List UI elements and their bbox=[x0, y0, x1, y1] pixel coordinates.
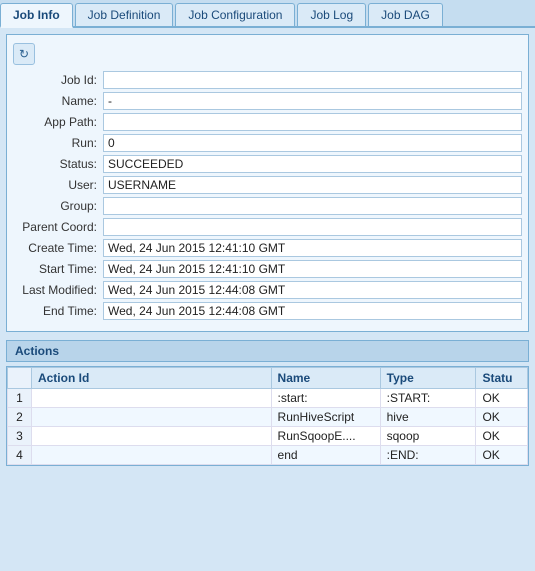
action-type-cell: :END: bbox=[380, 446, 476, 465]
tab-job-dag[interactable]: Job DAG bbox=[368, 3, 443, 26]
create-time-input[interactable] bbox=[103, 239, 522, 257]
tab-job-definition[interactable]: Job Definition bbox=[75, 3, 174, 26]
action-status-cell: OK bbox=[476, 446, 528, 465]
row-num: 4 bbox=[8, 446, 32, 465]
start-time-row: Start Time: bbox=[13, 260, 522, 278]
table-row[interactable]: 3 RunSqoopE.... sqoop OK bbox=[8, 427, 528, 446]
action-type-cell: sqoop bbox=[380, 427, 476, 446]
table-header-row: Action Id Name Type Statu bbox=[8, 368, 528, 389]
refresh-icon: ↻ bbox=[19, 47, 29, 61]
refresh-button[interactable]: ↻ bbox=[13, 43, 35, 65]
col-header-num bbox=[8, 368, 32, 389]
group-row: Group: bbox=[13, 197, 522, 215]
row-num: 3 bbox=[8, 427, 32, 446]
create-time-row: Create Time: bbox=[13, 239, 522, 257]
actions-table-container: Action Id Name Type Statu 1 :start: :STA… bbox=[6, 366, 529, 466]
status-input[interactable] bbox=[103, 155, 522, 173]
parent-coord-label: Parent Coord: bbox=[13, 220, 103, 234]
actions-table: Action Id Name Type Statu 1 :start: :STA… bbox=[7, 367, 528, 465]
run-row: Run: bbox=[13, 134, 522, 152]
user-label: User: bbox=[13, 178, 103, 192]
app-path-label: App Path: bbox=[13, 115, 103, 129]
create-time-label: Create Time: bbox=[13, 241, 103, 255]
action-status-cell: OK bbox=[476, 427, 528, 446]
run-label: Run: bbox=[13, 136, 103, 150]
app-path-input[interactable] bbox=[103, 113, 522, 131]
action-id-cell bbox=[31, 427, 271, 446]
action-name-cell: end bbox=[271, 446, 380, 465]
group-label: Group: bbox=[13, 199, 103, 213]
col-header-action-id: Action Id bbox=[31, 368, 271, 389]
start-time-label: Start Time: bbox=[13, 262, 103, 276]
row-num: 2 bbox=[8, 408, 32, 427]
user-input[interactable] bbox=[103, 176, 522, 194]
tab-job-configuration[interactable]: Job Configuration bbox=[175, 3, 295, 26]
run-input[interactable] bbox=[103, 134, 522, 152]
end-time-label: End Time: bbox=[13, 304, 103, 318]
parent-coord-row: Parent Coord: bbox=[13, 218, 522, 236]
name-label: Name: bbox=[13, 94, 103, 108]
table-row[interactable]: 2 RunHiveScript hive OK bbox=[8, 408, 528, 427]
action-status-cell: OK bbox=[476, 389, 528, 408]
start-time-input[interactable] bbox=[103, 260, 522, 278]
job-id-input[interactable] bbox=[103, 71, 522, 89]
status-row: Status: bbox=[13, 155, 522, 173]
action-id-cell bbox=[31, 408, 271, 427]
job-id-row: Job Id: bbox=[13, 71, 522, 89]
name-input[interactable] bbox=[103, 92, 522, 110]
end-time-input[interactable] bbox=[103, 302, 522, 320]
tab-bar: Job Info Job Definition Job Configuratio… bbox=[0, 0, 535, 28]
last-modified-input[interactable] bbox=[103, 281, 522, 299]
action-status-cell: OK bbox=[476, 408, 528, 427]
table-row[interactable]: 1 :start: :START: OK bbox=[8, 389, 528, 408]
col-header-name: Name bbox=[271, 368, 380, 389]
row-num: 1 bbox=[8, 389, 32, 408]
end-time-row: End Time: bbox=[13, 302, 522, 320]
status-label: Status: bbox=[13, 157, 103, 171]
app-path-row: App Path: bbox=[13, 113, 522, 131]
action-name-cell: RunHiveScript bbox=[271, 408, 380, 427]
action-name-cell: RunSqoopE.... bbox=[271, 427, 380, 446]
job-info-panel: ↻ Job Id: Name: App Path: Run: Status: U… bbox=[6, 34, 529, 332]
table-row[interactable]: 4 end :END: OK bbox=[8, 446, 528, 465]
action-id-cell bbox=[31, 446, 271, 465]
col-header-type: Type bbox=[380, 368, 476, 389]
last-modified-row: Last Modified: bbox=[13, 281, 522, 299]
action-type-cell: hive bbox=[380, 408, 476, 427]
tab-job-info[interactable]: Job Info bbox=[0, 3, 73, 28]
action-id-cell bbox=[31, 389, 271, 408]
actions-section-title: Actions bbox=[6, 340, 529, 362]
action-type-cell: :START: bbox=[380, 389, 476, 408]
job-id-label: Job Id: bbox=[13, 73, 103, 87]
last-modified-label: Last Modified: bbox=[13, 283, 103, 297]
action-name-cell: :start: bbox=[271, 389, 380, 408]
col-header-status: Statu bbox=[476, 368, 528, 389]
tab-job-log[interactable]: Job Log bbox=[297, 3, 366, 26]
user-row: User: bbox=[13, 176, 522, 194]
group-input[interactable] bbox=[103, 197, 522, 215]
name-row: Name: bbox=[13, 92, 522, 110]
parent-coord-input[interactable] bbox=[103, 218, 522, 236]
